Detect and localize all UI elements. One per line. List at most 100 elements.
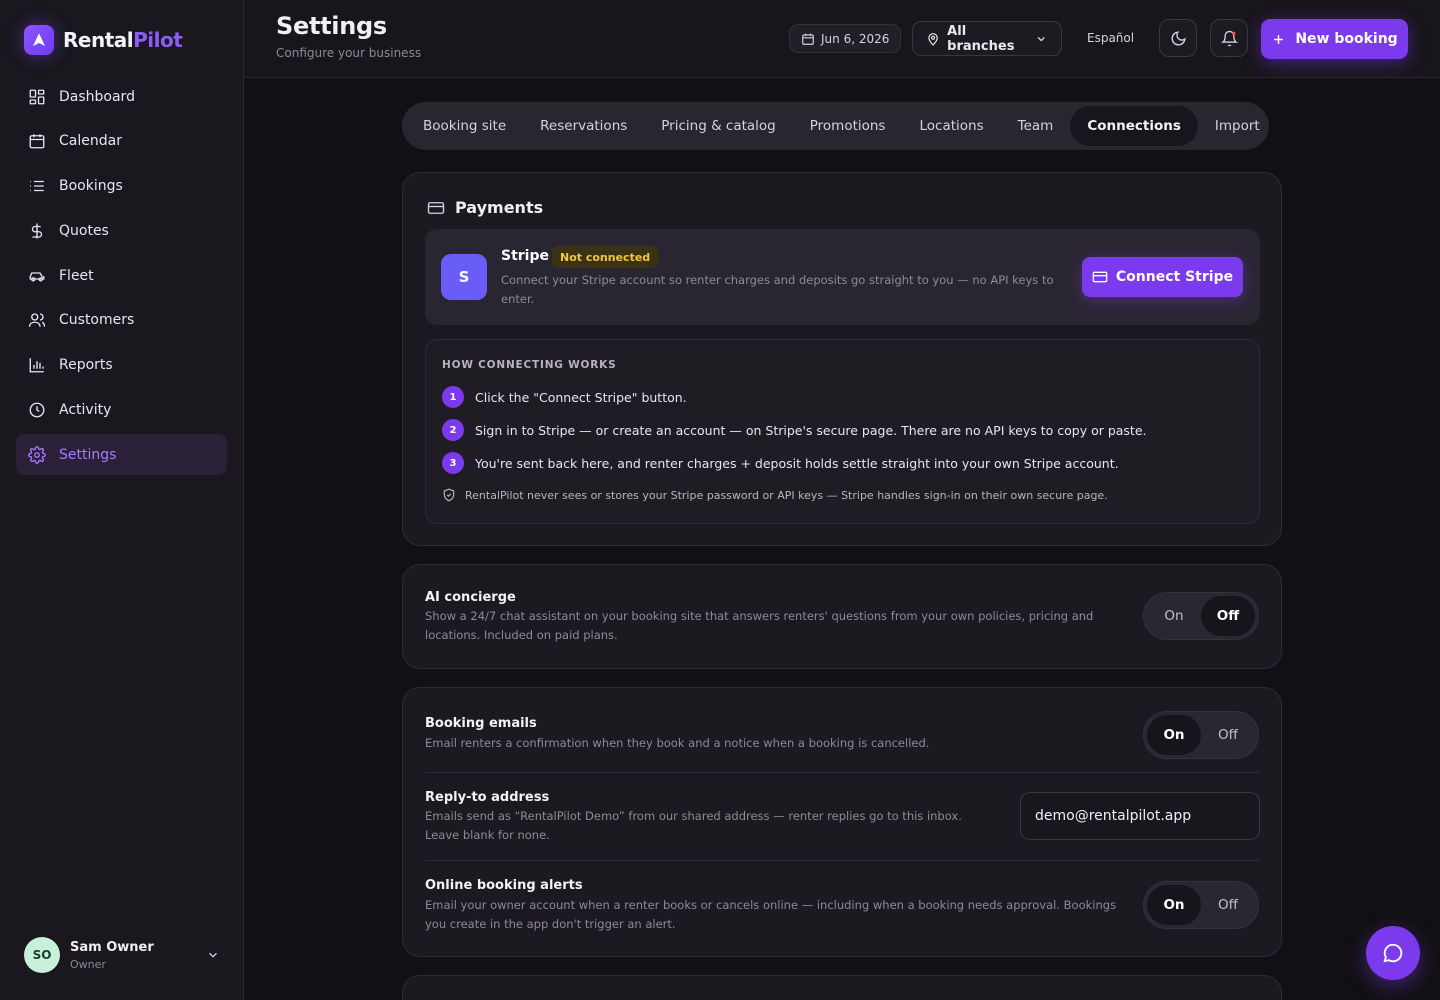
toggle-on-option[interactable]: On bbox=[1147, 596, 1201, 636]
tab-locations[interactable]: Locations bbox=[902, 106, 1000, 146]
step-number: 1 bbox=[442, 386, 464, 408]
users-icon bbox=[28, 313, 46, 328]
sidebar-item-reports[interactable]: Reports bbox=[16, 345, 227, 386]
status-badge: Not connected bbox=[552, 246, 659, 268]
branch-select[interactable]: All branches bbox=[912, 21, 1062, 56]
sidebar-item-label: Reports bbox=[59, 357, 113, 374]
credit-card-icon bbox=[1092, 271, 1108, 283]
sidebar-nav: Dashboard Calendar Bookings Quotes Fleet… bbox=[16, 76, 227, 479]
brand-name: RentalPilot bbox=[63, 28, 183, 52]
sidebar-item-label: Fleet bbox=[59, 267, 94, 284]
divider bbox=[425, 772, 1260, 773]
step-text: Click the "Connect Stripe" button. bbox=[475, 389, 687, 405]
booking-emails-title: Booking emails bbox=[425, 716, 537, 731]
booking-emails-description: Email renters a confirmation when they b… bbox=[425, 736, 930, 750]
sidebar-item-label: Settings bbox=[59, 446, 117, 463]
security-note-text: RentalPilot never sees or stores your St… bbox=[465, 488, 1108, 502]
stripe-name: Stripe bbox=[501, 248, 549, 264]
tab-promotions[interactable]: Promotions bbox=[793, 106, 903, 146]
rentalpilot-logo-icon bbox=[24, 25, 54, 55]
sidebar-item-activity[interactable]: Activity bbox=[16, 390, 227, 431]
step-item: 2 Sign in to Stripe — or create an accou… bbox=[442, 419, 1147, 441]
toggle-off-option[interactable]: Off bbox=[1201, 885, 1255, 925]
connect-stripe-button[interactable]: Connect Stripe bbox=[1082, 257, 1243, 297]
toggle-off-option[interactable]: Off bbox=[1201, 596, 1255, 636]
sidebar-item-label: Customers bbox=[59, 312, 135, 329]
step-text: You're sent back here, and renter charge… bbox=[475, 455, 1119, 471]
sidebar: RentalPilot Dashboard Calendar Bookings … bbox=[0, 0, 244, 1000]
avatar: SO bbox=[24, 937, 60, 973]
step-item: 1 Click the "Connect Stripe" button. bbox=[442, 386, 687, 408]
ai-concierge-description: Show a 24/7 chat assistant on your booki… bbox=[425, 609, 1094, 642]
sidebar-item-bookings[interactable]: Bookings bbox=[16, 166, 227, 207]
calendar-icon bbox=[802, 33, 814, 45]
emails-card: Booking emails Email renters a confirmat… bbox=[402, 687, 1282, 957]
chat-button[interactable] bbox=[1366, 926, 1420, 980]
language-toggle[interactable]: Español bbox=[1087, 31, 1134, 45]
payments-card: Payments S Stripe Not connected Connect … bbox=[402, 172, 1282, 546]
payments-title: Payments bbox=[455, 198, 544, 217]
new-booking-label: New booking bbox=[1295, 31, 1398, 47]
sidebar-item-label: Bookings bbox=[59, 178, 123, 195]
sidebar-item-fleet[interactable]: Fleet bbox=[16, 255, 227, 296]
ai-concierge-card: AI concierge Show a 24/7 chat assistant … bbox=[402, 564, 1282, 669]
date-label: Jun 6, 2026 bbox=[821, 31, 890, 46]
reply-to-description: Emails send as “RentalPilot Demo” from o… bbox=[425, 809, 962, 842]
car-icon bbox=[29, 272, 45, 282]
step-item: 3 You're sent back here, and renter char… bbox=[442, 452, 1119, 474]
step-text: Sign in to Stripe — or create an account… bbox=[475, 422, 1147, 438]
brand[interactable]: RentalPilot bbox=[24, 25, 183, 55]
divider bbox=[425, 860, 1260, 861]
user-info: Sam Owner Owner bbox=[70, 940, 154, 971]
sidebar-item-dashboard[interactable]: Dashboard bbox=[16, 76, 227, 117]
calendar-icon bbox=[29, 134, 45, 149]
ai-concierge-toggle[interactable]: On Off bbox=[1143, 592, 1259, 640]
security-note: RentalPilot never sees or stores your St… bbox=[442, 488, 1108, 502]
online-alerts-title: Online booking alerts bbox=[425, 878, 583, 893]
notifications-button[interactable] bbox=[1210, 19, 1248, 57]
clock-icon bbox=[29, 402, 45, 418]
chat-bubble-icon bbox=[1383, 943, 1403, 963]
map-pin-icon bbox=[928, 32, 938, 46]
new-booking-button[interactable]: New booking bbox=[1261, 19, 1408, 59]
page-subtitle: Configure your business bbox=[276, 46, 422, 60]
bar-chart-icon bbox=[29, 358, 44, 373]
user-role: Owner bbox=[70, 957, 106, 971]
toggle-on-option[interactable]: On bbox=[1147, 715, 1201, 755]
gear-icon bbox=[28, 446, 46, 464]
tab-pricing-catalog[interactable]: Pricing & catalog bbox=[644, 106, 792, 146]
stripe-description: Connect your Stripe account so renter ch… bbox=[501, 273, 1054, 306]
booking-emails-toggle[interactable]: On Off bbox=[1143, 711, 1259, 759]
tab-connections[interactable]: Connections bbox=[1070, 106, 1198, 146]
reply-to-input[interactable] bbox=[1020, 792, 1260, 840]
online-alerts-toggle[interactable]: On Off bbox=[1143, 881, 1259, 929]
sidebar-item-label: Calendar bbox=[59, 133, 122, 150]
how-connecting-works: HOW CONNECTING WORKS 1 Click the "Connec… bbox=[425, 339, 1260, 524]
sidebar-item-quotes[interactable]: Quotes bbox=[16, 210, 227, 251]
sidebar-item-settings[interactable]: Settings bbox=[16, 434, 227, 476]
moon-icon bbox=[1171, 30, 1186, 45]
connect-stripe-label: Connect Stripe bbox=[1115, 269, 1234, 285]
toggle-on-option[interactable]: On bbox=[1147, 885, 1201, 925]
chevron-down-icon[interactable] bbox=[206, 948, 220, 962]
theme-toggle-button[interactable] bbox=[1159, 19, 1197, 57]
sidebar-item-label: Activity bbox=[59, 402, 112, 419]
tab-team[interactable]: Team bbox=[1001, 106, 1071, 146]
online-alerts-description: Email your owner account when a renter b… bbox=[425, 898, 1117, 931]
ai-concierge-title: AI concierge bbox=[425, 590, 516, 605]
payments-heading: Payments bbox=[427, 198, 543, 217]
user-name: Sam Owner bbox=[70, 939, 154, 955]
sidebar-item-label: Dashboard bbox=[59, 88, 135, 105]
tab-booking-site[interactable]: Booking site bbox=[406, 106, 523, 146]
stripe-logo: S bbox=[441, 254, 487, 300]
sidebar-item-calendar[interactable]: Calendar bbox=[16, 121, 227, 162]
date-chip[interactable]: Jun 6, 2026 bbox=[789, 24, 902, 53]
dashboard-icon bbox=[29, 89, 45, 104]
sidebar-item-customers[interactable]: Customers bbox=[16, 300, 227, 341]
tab-reservations[interactable]: Reservations bbox=[523, 106, 644, 146]
step-number: 3 bbox=[442, 452, 464, 474]
tab-import[interactable]: Import bbox=[1198, 106, 1277, 146]
list-icon bbox=[30, 180, 44, 192]
user-menu[interactable]: SO Sam Owner Owner bbox=[24, 936, 220, 974]
toggle-off-option[interactable]: Off bbox=[1201, 715, 1255, 755]
